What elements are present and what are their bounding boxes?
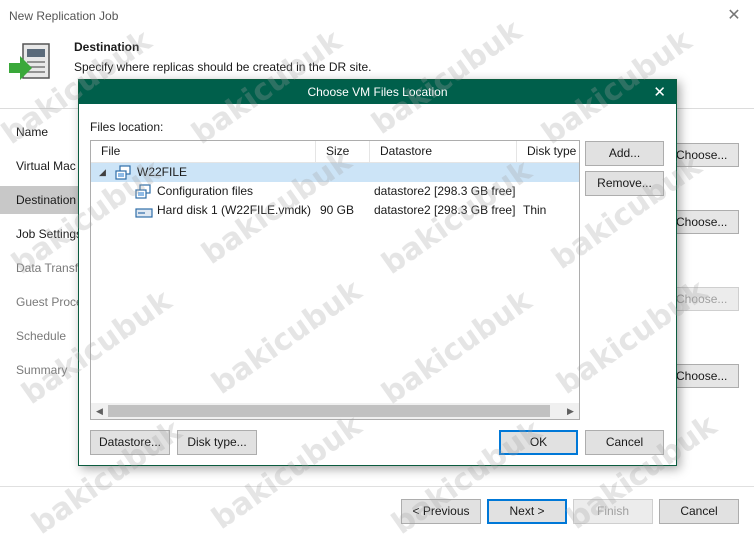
collapse-arrow-icon[interactable]: ◢ [99, 163, 106, 182]
datastore-button[interactable]: Datastore... [90, 430, 170, 455]
table-row-configuration-files[interactable]: Configuration files datastore2 [298.3 GB… [91, 182, 579, 201]
row-datastore: datastore2 [298.3 GB free] [374, 203, 516, 217]
scroll-right-icon[interactable]: ▶ [562, 403, 579, 419]
row-disk-type: Thin [523, 203, 547, 217]
nav-step-virtual-machines[interactable]: Virtual Mac [0, 152, 78, 180]
next-button[interactable]: Next > [487, 499, 567, 524]
nav-step-schedule: Schedule [16, 329, 67, 343]
row-file-name: Hard disk 1 (W22FILE.vmdk) [157, 203, 312, 217]
remove-button[interactable]: Remove... [585, 171, 664, 196]
choose-vm-files-location-dialog: Choose VM Files Location ✕ Files locatio… [78, 79, 677, 466]
nav-step-guest-processing: Guest Proce [16, 295, 78, 309]
ok-button[interactable]: OK [499, 430, 578, 455]
grid-header: File Size Datastore Disk type [91, 141, 579, 163]
finish-button: Finish [573, 499, 653, 524]
hard-disk-icon [135, 205, 153, 224]
scrollbar-thumb[interactable] [108, 405, 550, 417]
cancel-button[interactable]: Cancel [659, 499, 739, 524]
column-header-disk-type[interactable]: Disk type [517, 141, 579, 162]
disk-type-button[interactable]: Disk type... [177, 430, 257, 455]
page-subtitle: Specify where replicas should be created… [74, 60, 372, 74]
previous-button[interactable]: < Previous [401, 499, 481, 524]
window-close-icon[interactable]: ✕ [722, 5, 746, 27]
files-location-grid[interactable]: File Size Datastore Disk type ◢ W22FILE [90, 140, 580, 420]
row-size: 90 GB [320, 203, 355, 217]
dialog-cancel-button[interactable]: Cancel [585, 430, 664, 455]
column-header-file[interactable]: File [91, 141, 316, 162]
window-titlebar: New Replication Job ✕ [0, 0, 754, 32]
table-row-hard-disk-1[interactable]: Hard disk 1 (W22FILE.vmdk) 90 GB datasto… [91, 201, 579, 220]
nav-step-summary: Summary [16, 363, 68, 377]
page-title: Destination [74, 40, 140, 54]
add-button[interactable]: Add... [585, 141, 664, 166]
dialog-titlebar: Choose VM Files Location ✕ [79, 80, 676, 104]
choose-host-button[interactable]: Choose... [675, 143, 739, 167]
footer-divider [0, 486, 754, 487]
column-header-size[interactable]: Size [316, 141, 370, 162]
nav-step-data-transfer: Data Transfe [16, 261, 78, 275]
table-row-vm[interactable]: ◢ W22FILE [91, 163, 579, 182]
column-header-datastore[interactable]: Datastore [370, 141, 517, 162]
row-file-name: Configuration files [157, 184, 254, 198]
destination-header-icon [8, 40, 54, 86]
horizontal-scrollbar[interactable]: ◀ ▶ [91, 403, 579, 419]
choose-resource-pool-button[interactable]: Choose... [675, 210, 739, 234]
row-file-name: W22FILE [137, 165, 188, 179]
dialog-close-icon[interactable]: ✕ [653, 83, 666, 101]
choose-folder-button: Choose... [675, 287, 739, 311]
window-title: New Replication Job [9, 9, 119, 23]
choose-datastore-button[interactable]: Choose... [675, 364, 739, 388]
row-datastore: datastore2 [298.3 GB free] [374, 184, 516, 198]
nav-step-job-settings[interactable]: Job Settings [0, 220, 78, 248]
nav-step-destination[interactable]: Destination [0, 186, 78, 214]
nav-step-name[interactable]: Name [0, 118, 78, 146]
files-location-label: Files location: [90, 120, 164, 134]
dialog-title: Choose VM Files Location [307, 85, 448, 99]
scroll-left-icon[interactable]: ◀ [91, 403, 108, 419]
